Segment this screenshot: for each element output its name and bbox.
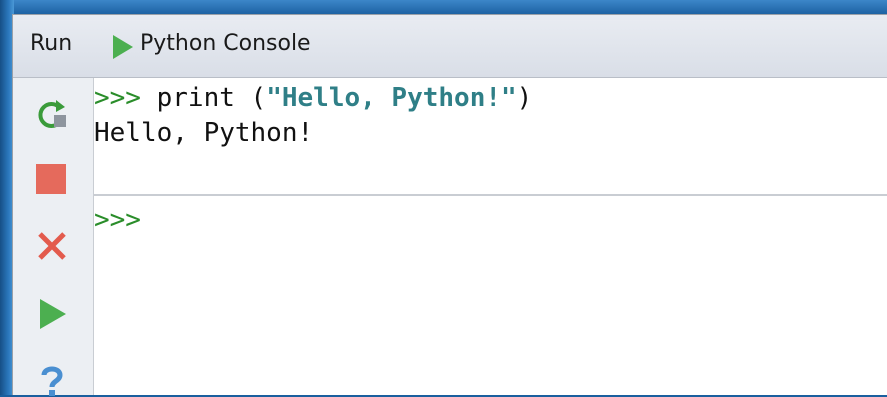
stop-button[interactable] (35, 162, 69, 196)
console-separator (94, 194, 887, 196)
rerun-button[interactable] (35, 98, 69, 132)
history-prompt: >>> (94, 83, 141, 113)
command-close-paren: ) (516, 83, 533, 113)
command-text: print ( (140, 83, 267, 113)
execute-button[interactable] (35, 297, 69, 331)
input-line[interactable]: >>> (94, 204, 141, 236)
execute-icon (35, 297, 69, 331)
rerun-icon (35, 98, 69, 132)
history-command-line: >>> print ("Hello, Python!") (94, 82, 532, 114)
run-tab-label[interactable]: Run (30, 31, 72, 56)
help-button[interactable] (35, 363, 69, 397)
close-icon (35, 228, 69, 262)
stop-icon (35, 162, 69, 196)
console-output[interactable]: >>> print ("Hello, Python!") Hello, Pyth… (94, 78, 887, 395)
desktop-background-top (0, 0, 887, 14)
console-toolbar (13, 78, 94, 397)
help-icon (35, 363, 69, 397)
run-play-icon (111, 33, 135, 61)
command-output: Hello, Python! (94, 118, 314, 148)
run-tool-window: Run Python Console >>> print ("Hello, Py… (12, 14, 887, 397)
input-prompt: >>> (94, 205, 141, 235)
console-title[interactable]: Python Console (140, 31, 311, 56)
command-string-literal: "Hello, Python!" (266, 83, 517, 113)
tool-window-header: Run Python Console (13, 15, 887, 78)
close-button[interactable] (35, 228, 69, 262)
